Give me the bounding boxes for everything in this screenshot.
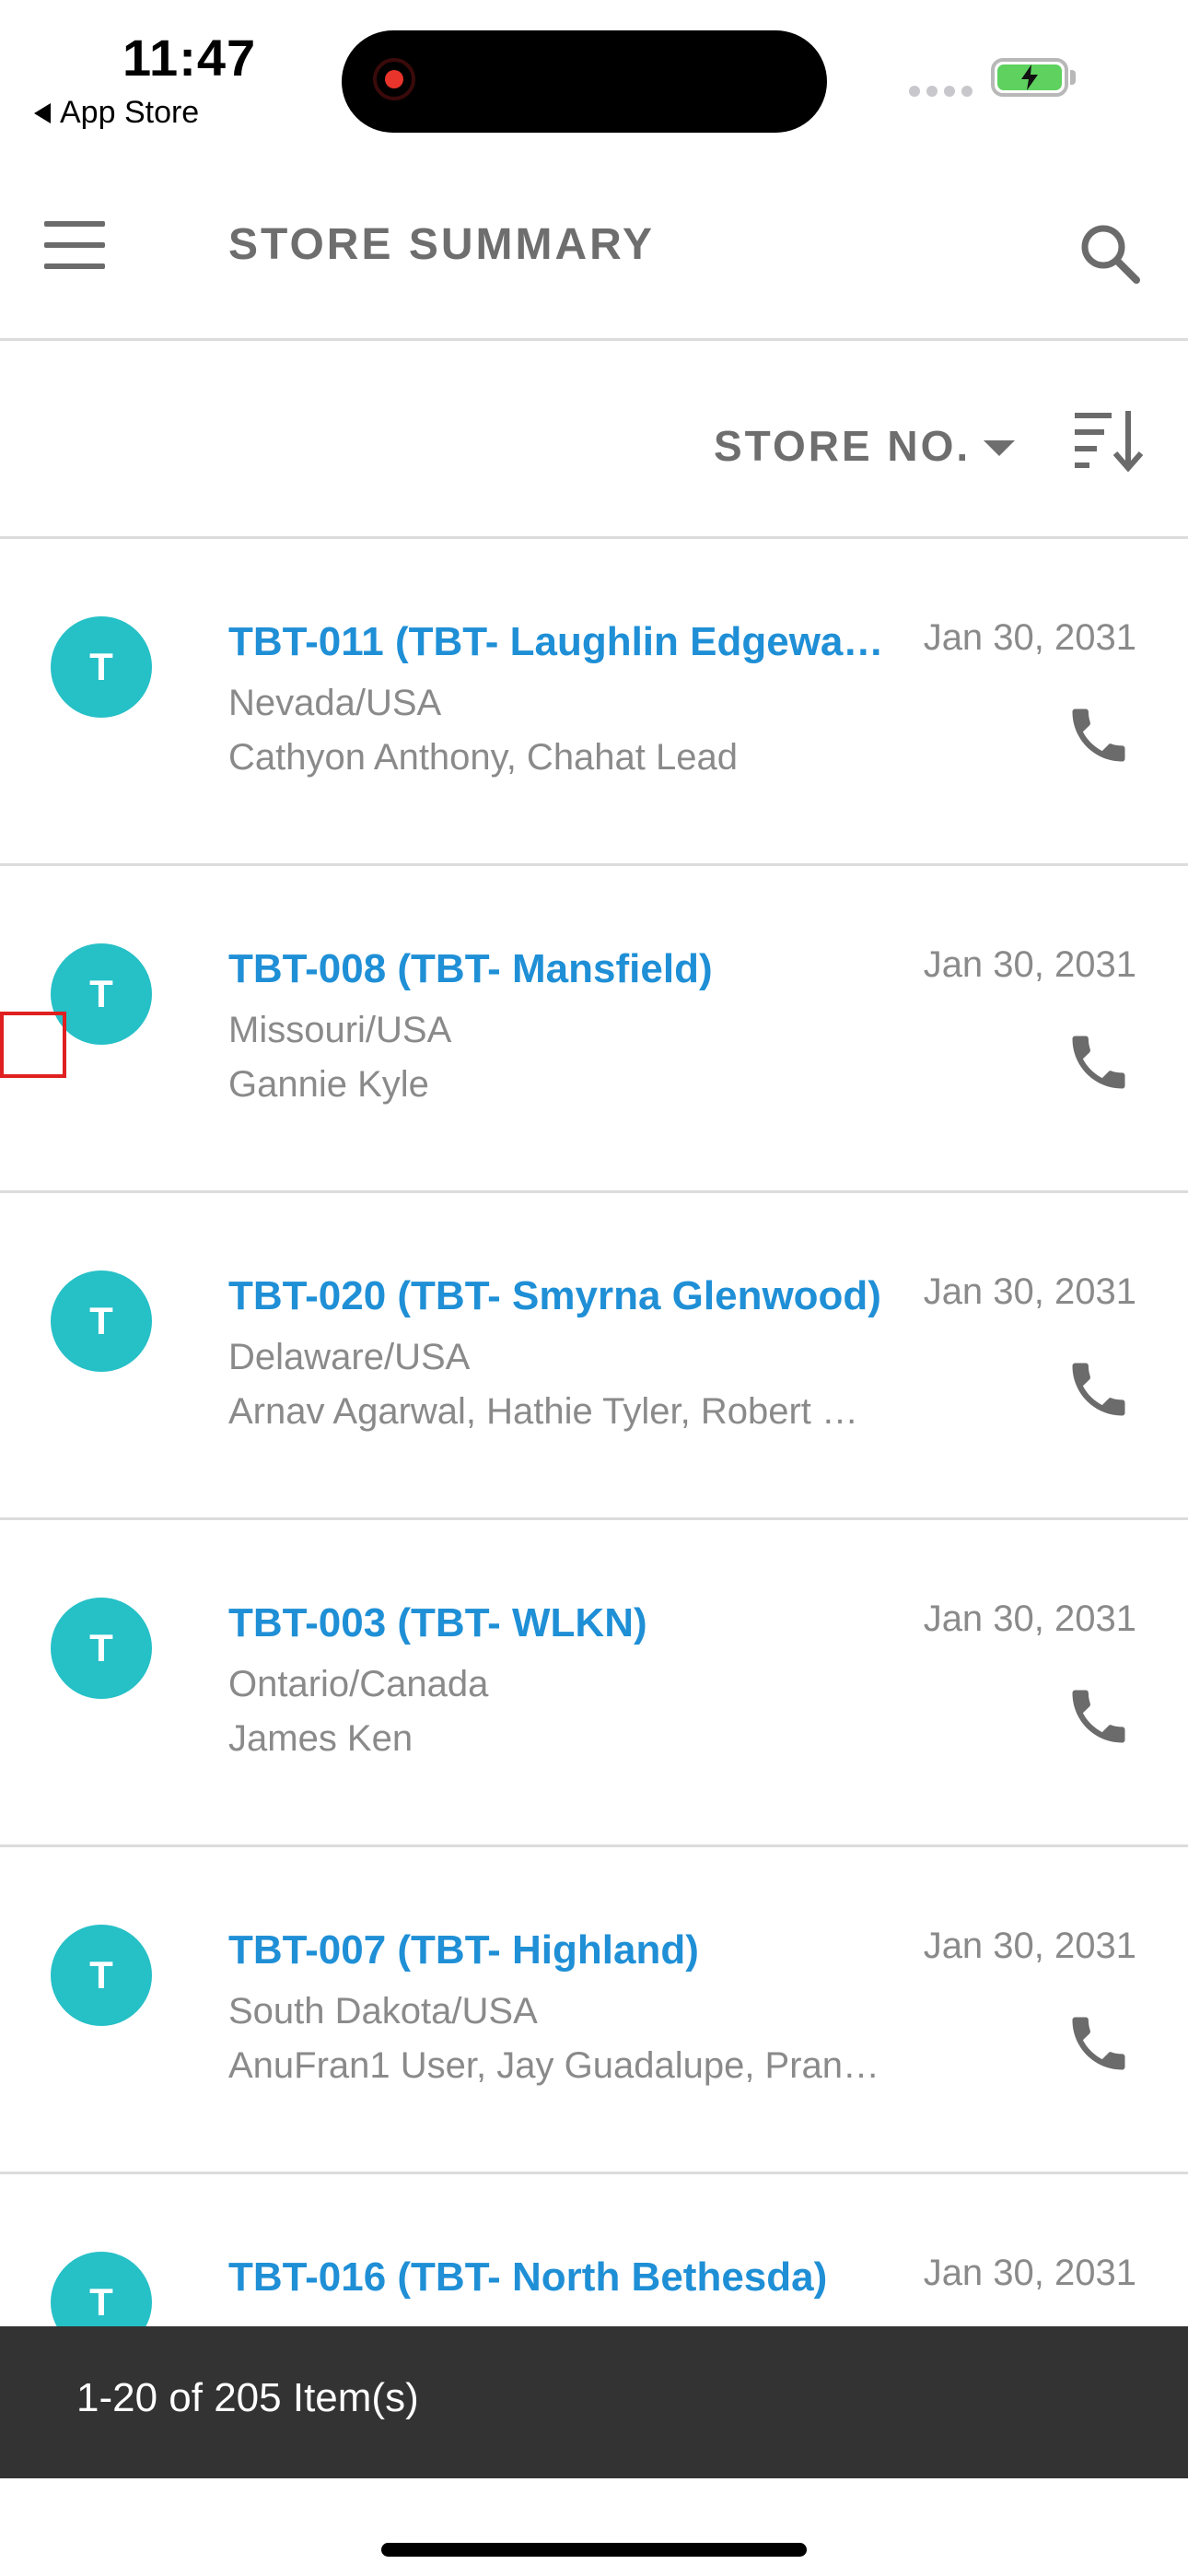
status-bar: 11:47 App Store <box>0 0 1188 157</box>
store-region: Delaware/USA <box>228 1337 471 1377</box>
back-to-app-store[interactable]: App Store <box>34 95 199 131</box>
hamburger-menu-icon[interactable] <box>44 221 105 269</box>
battery-icon <box>991 58 1068 97</box>
dynamic-island <box>342 30 827 133</box>
store-title[interactable]: TBT-016 (TBT- North Bethesda) <box>228 2254 891 2301</box>
cellular-signal-icon <box>909 86 973 97</box>
store-date: Jan 30, 2031 <box>923 1926 1136 1966</box>
store-date: Jan 30, 2031 <box>923 944 1136 985</box>
home-area <box>0 2478 1188 2576</box>
item-count: 1-20 of 205 Item(s) <box>76 2375 419 2420</box>
store-region: South Dakota/USA <box>228 1991 538 2032</box>
phone-icon[interactable] <box>1064 1027 1134 1097</box>
page-title: STORE SUMMARY <box>228 220 656 269</box>
phone-icon[interactable] <box>1064 700 1134 770</box>
list-item[interactable]: T TBT-007 (TBT- Highland) South Dakota/U… <box>0 1847 1188 2174</box>
store-date: Jan 30, 2031 <box>923 1271 1136 1312</box>
store-contacts: Arnav Agarwal, Hathie Tyler, Robert … <box>228 1391 859 1432</box>
back-arrow-icon <box>34 102 51 123</box>
screen-recording-icon <box>373 58 415 100</box>
store-list: T TBT-011 (TBT- Laughlin Edgewat… Nevada… <box>0 539 1188 2501</box>
back-label: App Store <box>60 95 200 130</box>
store-title[interactable]: TBT-011 (TBT- Laughlin Edgewat… <box>228 619 891 665</box>
avatar: T <box>51 616 152 718</box>
store-date: Jan 30, 2031 <box>923 2253 1136 2293</box>
phone-icon[interactable] <box>1064 2008 1134 2078</box>
list-item[interactable]: T TBT-011 (TBT- Laughlin Edgewat… Nevada… <box>0 539 1188 866</box>
store-region: Missouri/USA <box>228 1010 452 1050</box>
status-time: 11:47 <box>122 29 257 87</box>
sort-field-label: STORE NO. <box>714 422 972 470</box>
store-contacts: Gannie Kyle <box>228 1064 429 1105</box>
avatar: T <box>51 1270 152 1372</box>
search-icon[interactable] <box>1077 221 1142 286</box>
store-title[interactable]: TBT-007 (TBT- Highland) <box>228 1927 891 1973</box>
phone-icon[interactable] <box>1064 1354 1134 1424</box>
avatar: T <box>51 1598 152 1699</box>
sort-descending-icon[interactable] <box>1073 407 1147 472</box>
battery-tip <box>1070 70 1076 85</box>
store-date: Jan 30, 2031 <box>923 1598 1136 1639</box>
avatar: T <box>51 1925 152 2026</box>
sort-field-dropdown[interactable]: STORE NO. <box>714 421 1016 471</box>
store-contacts: Cathyon Anthony, Chahat Lead <box>228 737 739 778</box>
pagination-bar: 1-20 of 205 Item(s) <box>0 2326 1188 2478</box>
focus-highlight-box <box>0 1012 66 1078</box>
app-header: STORE SUMMARY <box>0 157 1188 341</box>
charging-bolt-icon <box>1021 64 1038 90</box>
chevron-down-icon <box>984 439 1016 456</box>
store-contacts: AnuFran1 User, Jay Guadalupe, Pran… <box>228 2045 880 2086</box>
store-title[interactable]: TBT-008 (TBT- Mansfield) <box>228 946 891 992</box>
store-title[interactable]: TBT-020 (TBT- Smyrna Glenwood) <box>228 1273 891 1319</box>
store-title[interactable]: TBT-003 (TBT- WLKN) <box>228 1600 891 1646</box>
store-date: Jan 30, 2031 <box>923 617 1136 658</box>
store-contacts: James Ken <box>228 1718 413 1759</box>
home-indicator[interactable] <box>381 2543 807 2557</box>
list-item[interactable]: T TBT-008 (TBT- Mansfield) Missouri/USA … <box>0 866 1188 1193</box>
phone-icon[interactable] <box>1064 1681 1134 1751</box>
store-region: Ontario/Canada <box>228 1664 489 1704</box>
sort-bar: STORE NO. <box>0 341 1188 539</box>
list-item[interactable]: T TBT-003 (TBT- WLKN) Ontario/Canada Jam… <box>0 1520 1188 1847</box>
list-item[interactable]: T TBT-020 (TBT- Smyrna Glenwood) Delawar… <box>0 1193 1188 1520</box>
store-region: Nevada/USA <box>228 683 442 723</box>
